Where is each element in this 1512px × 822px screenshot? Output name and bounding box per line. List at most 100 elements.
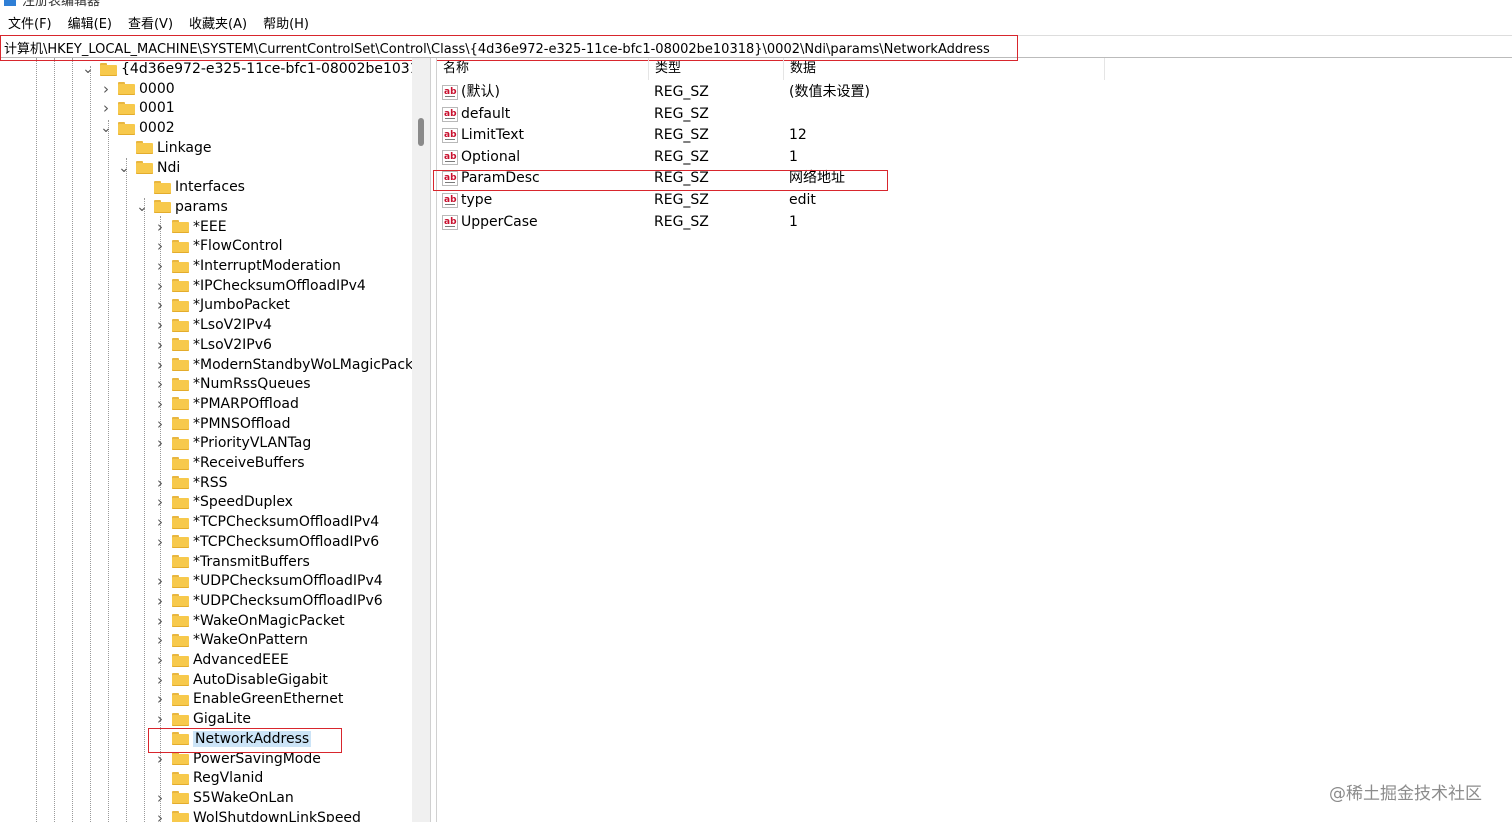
chevron-right-icon[interactable]: ›: [154, 276, 166, 296]
menu-file[interactable]: 文件(F): [8, 13, 52, 32]
chevron-right-icon[interactable]: ›: [154, 532, 166, 552]
value-row[interactable]: ab UpperCase REG_SZ 1: [437, 212, 1105, 233]
tree-node[interactable]: › *UDPChecksumOffloadIPv6: [154, 591, 383, 611]
tree-node[interactable]: › AutoDisableGigabit: [154, 670, 328, 690]
tree-node[interactable]: › *ModernStandbyWoLMagicPacke: [154, 355, 412, 375]
tree-node[interactable]: › *PMARPOffload: [154, 394, 299, 414]
tree-node[interactable]: › *WakeOnMagicPacket: [154, 611, 345, 631]
tree-node[interactable]: › AdvancedEEE: [154, 650, 289, 670]
chevron-right-icon[interactable]: ›: [100, 79, 112, 99]
tree-node[interactable]: › *NumRssQueues: [154, 374, 311, 394]
tree-scrollbar[interactable]: [412, 58, 430, 822]
tree-node[interactable]: ⌄ {4d36e972-e325-11ce-bfc1-08002be10318}: [82, 59, 412, 79]
tree-node[interactable]: › *TCPChecksumOffloadIPv6: [154, 532, 379, 552]
chevron-right-icon[interactable]: ›: [154, 591, 166, 611]
chevron-right-icon[interactable]: ›: [154, 749, 166, 769]
tree-node[interactable]: › *SpeedDuplex: [154, 492, 293, 512]
tree-node[interactable]: › *LsoV2IPv6: [154, 335, 272, 355]
tree-node[interactable]: › *UDPChecksumOffloadIPv4: [154, 571, 383, 591]
chevron-right-icon[interactable]: ›: [154, 670, 166, 690]
tree-node[interactable]: ⌄ 0002: [100, 118, 175, 138]
column-type-header[interactable]: 类型: [649, 58, 784, 80]
tree-node[interactable]: › *InterruptModeration: [154, 256, 341, 276]
tree-node[interactable]: › *JumboPacket: [154, 295, 290, 315]
chevron-right-icon[interactable]: ›: [154, 492, 166, 512]
chevron-right-icon[interactable]: ›: [154, 217, 166, 237]
chevron-down-icon[interactable]: ⌄: [136, 197, 148, 217]
tree-node[interactable]: NetworkAddress: [154, 729, 312, 749]
chevron-right-icon[interactable]: ›: [154, 355, 166, 375]
value-row[interactable]: ab ParamDesc REG_SZ 网络地址: [437, 168, 1105, 189]
chevron-down-icon[interactable]: ⌄: [118, 158, 130, 178]
folder-icon: [172, 259, 189, 273]
menu-help[interactable]: 帮助(H): [263, 13, 309, 32]
tree-node[interactable]: › *RSS: [154, 473, 228, 493]
chevron-right-icon[interactable]: ›: [154, 295, 166, 315]
chevron-right-icon[interactable]: ›: [154, 236, 166, 256]
tree-node[interactable]: › WolShutdownLinkSpeed: [154, 808, 361, 822]
tree-node[interactable]: › *EEE: [154, 217, 227, 237]
value-row[interactable]: ab Optional REG_SZ 1: [437, 147, 1105, 168]
value-row[interactable]: ab type REG_SZ edit: [437, 190, 1105, 211]
tree-node[interactable]: › *PMNSOffload: [154, 414, 290, 434]
chevron-right-icon[interactable]: ›: [100, 98, 112, 118]
chevron-down-icon[interactable]: ⌄: [82, 59, 94, 79]
chevron-right-icon[interactable]: ›: [154, 512, 166, 532]
chevron-right-icon[interactable]: ›: [154, 630, 166, 650]
chevron-right-icon[interactable]: ›: [154, 473, 166, 493]
pane-splitter[interactable]: [430, 58, 437, 822]
tree-node[interactable]: Linkage: [118, 138, 212, 158]
tree-node[interactable]: Interfaces: [136, 177, 245, 197]
chevron-right-icon[interactable]: ›: [154, 611, 166, 631]
chevron-right-icon[interactable]: ›: [154, 433, 166, 453]
tree-node[interactable]: › *WakeOnPattern: [154, 630, 308, 650]
value-row[interactable]: ab (默认) REG_SZ (数值未设置): [437, 82, 1105, 103]
tree-node[interactable]: › *PriorityVLANTag: [154, 433, 311, 453]
key-tree[interactable]: ⌄ {4d36e972-e325-11ce-bfc1-08002be10318} ›…: [0, 58, 412, 822]
tree-node[interactable]: › GigaLite: [154, 709, 251, 729]
chevron-right-icon[interactable]: ›: [154, 689, 166, 709]
chevron-down-icon[interactable]: ⌄: [100, 118, 112, 138]
column-name-header[interactable]: 名称: [437, 58, 649, 80]
chevron-right-icon[interactable]: ›: [154, 808, 166, 822]
tree-node[interactable]: RegVlanid: [154, 768, 263, 788]
chevron-right-icon[interactable]: ›: [154, 788, 166, 808]
column-data-header[interactable]: 数据: [784, 58, 1105, 80]
chevron-right-icon[interactable]: ›: [154, 335, 166, 355]
menu-view[interactable]: 查看(V): [128, 13, 173, 32]
value-row[interactable]: ab default REG_SZ: [437, 104, 1105, 125]
address-bar[interactable]: 计算机\HKEY_LOCAL_MACHINE\SYSTEM\CurrentCon…: [0, 35, 1512, 58]
tree-node[interactable]: › *LsoV2IPv4: [154, 315, 272, 335]
chevron-right-icon[interactable]: ›: [154, 256, 166, 276]
tree-node[interactable]: › *IPChecksumOffloadIPv4: [154, 276, 366, 296]
tree-node[interactable]: ⌄ params: [136, 197, 228, 217]
menu-edit[interactable]: 编辑(E): [68, 13, 112, 32]
tree-node[interactable]: › *FlowControl: [154, 236, 283, 256]
chevron-right-icon[interactable]: ›: [154, 414, 166, 434]
value-row[interactable]: ab LimitText REG_SZ 12: [437, 125, 1105, 146]
chevron-right-icon[interactable]: ›: [154, 394, 166, 414]
folder-icon: [172, 358, 189, 371]
tree-node[interactable]: › EnableGreenEthernet: [154, 689, 343, 709]
tree-node[interactable]: ⌄ Ndi: [118, 158, 180, 178]
folder-icon: [172, 771, 189, 785]
tree-node[interactable]: *TransmitBuffers: [154, 552, 310, 572]
tree-node[interactable]: › *TCPChecksumOffloadIPv4: [154, 512, 379, 532]
folder-icon: [154, 200, 171, 214]
tree-node[interactable]: › 0000: [100, 79, 175, 99]
chevron-right-icon[interactable]: ›: [154, 374, 166, 394]
tree-node[interactable]: › 0001: [100, 98, 175, 118]
tree-node[interactable]: › PowerSavingMode: [154, 749, 321, 769]
tree-node-label: {4d36e972-e325-11ce-bfc1-08002be10318}: [121, 61, 412, 77]
chevron-right-icon[interactable]: ›: [154, 650, 166, 670]
tree-scrollbar-thumb[interactable]: [418, 118, 424, 146]
address-path[interactable]: 计算机\HKEY_LOCAL_MACHINE\SYSTEM\CurrentCon…: [4, 38, 990, 57]
menu-favorites[interactable]: 收藏夹(A): [189, 13, 247, 32]
tree-node[interactable]: › S5WakeOnLan: [154, 788, 294, 808]
tree-node[interactable]: *ReceiveBuffers: [154, 453, 305, 473]
chevron-right-icon[interactable]: ›: [154, 315, 166, 335]
menu-bar: 文件(F) 编辑(E) 查看(V) 收藏夹(A) 帮助(H): [0, 10, 1512, 34]
tree-node-label: AdvancedEEE: [193, 652, 289, 668]
chevron-right-icon[interactable]: ›: [154, 709, 166, 729]
chevron-right-icon[interactable]: ›: [154, 571, 166, 591]
